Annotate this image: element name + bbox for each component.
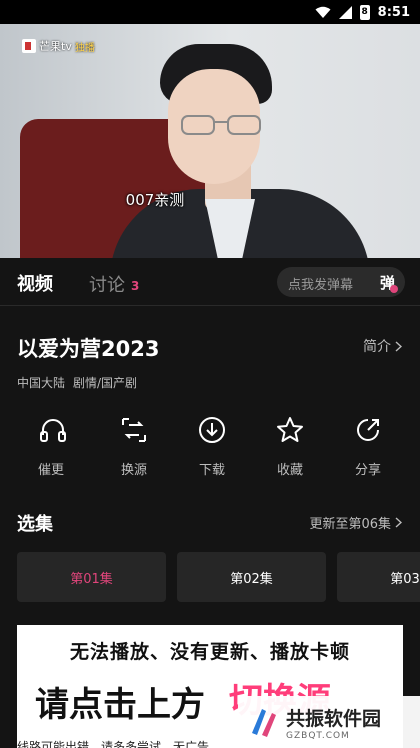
episodes-update-link[interactable]: 更新至第06集: [309, 513, 402, 532]
status-time: 8:51: [377, 4, 410, 20]
intro-label: 简介: [363, 339, 391, 355]
tab-discuss[interactable]: 讨论: [89, 271, 125, 297]
danmu-dot-icon: [390, 285, 398, 293]
share-icon: [357, 419, 379, 441]
download-icon: [199, 417, 225, 443]
action-share-label: 分享: [354, 463, 381, 478]
show-region: 中国大陆: [17, 376, 66, 390]
show-title: 以爱为营2023: [17, 337, 160, 361]
danmu-input[interactable]: 点我发弹幕 弹: [277, 267, 405, 297]
action-row: 催更 换源 下载 收藏 分享: [17, 415, 407, 478]
episode-item[interactable]: 第03集: [337, 552, 420, 602]
banner-line1: 无法播放、没有更新、播放卡顿: [69, 641, 350, 663]
video-subtitle: 007亲测: [125, 191, 185, 209]
battery-icon: 8: [359, 4, 370, 20]
video-player[interactable]: 芒果tv 独播 007亲测: [0, 24, 420, 258]
episode-list: 第01集 第02集 第03集: [17, 552, 420, 602]
status-bar: 8 8:51: [0, 0, 420, 24]
video-glasses: [181, 115, 261, 135]
channel-logo: 芒果tv 独播: [22, 38, 95, 54]
episode-item[interactable]: 第02集: [177, 552, 326, 602]
action-download-label: 下载: [198, 463, 225, 478]
action-favorite-label: 收藏: [276, 463, 303, 478]
episodes-update-text: 更新至第06集: [309, 517, 391, 532]
show-meta: 中国大陆 剧情/国产剧: [17, 374, 137, 391]
headphones-icon: [40, 419, 66, 442]
logo-mark-icon: [22, 39, 36, 53]
watermark-url: GZBQT.COM: [286, 730, 350, 741]
episodes-title: 选集: [17, 514, 53, 535]
banner-line3: 线路可能出错，请多多尝试，无广告: [17, 740, 210, 748]
show-genre: 剧情/国产剧: [73, 376, 138, 390]
action-switch-source[interactable]: 换源: [95, 415, 173, 478]
action-share[interactable]: 分享: [329, 415, 407, 478]
wifi-icon: [315, 6, 331, 18]
watermark-text: 共振软件园 GZBQT.COM: [286, 704, 381, 741]
switch-source-icon: [122, 418, 146, 442]
watermark-logo-icon: [252, 709, 276, 737]
action-switch-source-label: 换源: [120, 463, 147, 478]
signal-icon: [338, 5, 352, 19]
site-watermark: 共振软件园 GZBQT.COM: [238, 696, 420, 748]
action-favorite[interactable]: 收藏: [251, 415, 329, 478]
action-remind-label: 催更: [38, 463, 65, 478]
action-remind[interactable]: 催更: [17, 415, 95, 478]
tab-video[interactable]: 视频: [17, 270, 53, 296]
discuss-count-badge: 3: [131, 279, 140, 293]
star-icon: [277, 417, 303, 442]
danmu-placeholder: 点我发弹幕: [288, 278, 354, 293]
chevron-right-icon: [395, 517, 402, 528]
banner-line2: 请点击上方: [35, 685, 205, 725]
episode-item[interactable]: 第01集: [17, 552, 166, 602]
action-download[interactable]: 下载: [173, 415, 251, 478]
logo-text: 芒果tv: [39, 40, 72, 53]
tab-bar: 视频 讨论 3 点我发弹幕 弹: [0, 258, 420, 306]
chevron-right-icon: [395, 340, 402, 352]
intro-link[interactable]: 简介: [363, 336, 402, 356]
watermark-name: 共振软件园: [286, 707, 382, 730]
logo-badge: 独播: [74, 42, 95, 54]
